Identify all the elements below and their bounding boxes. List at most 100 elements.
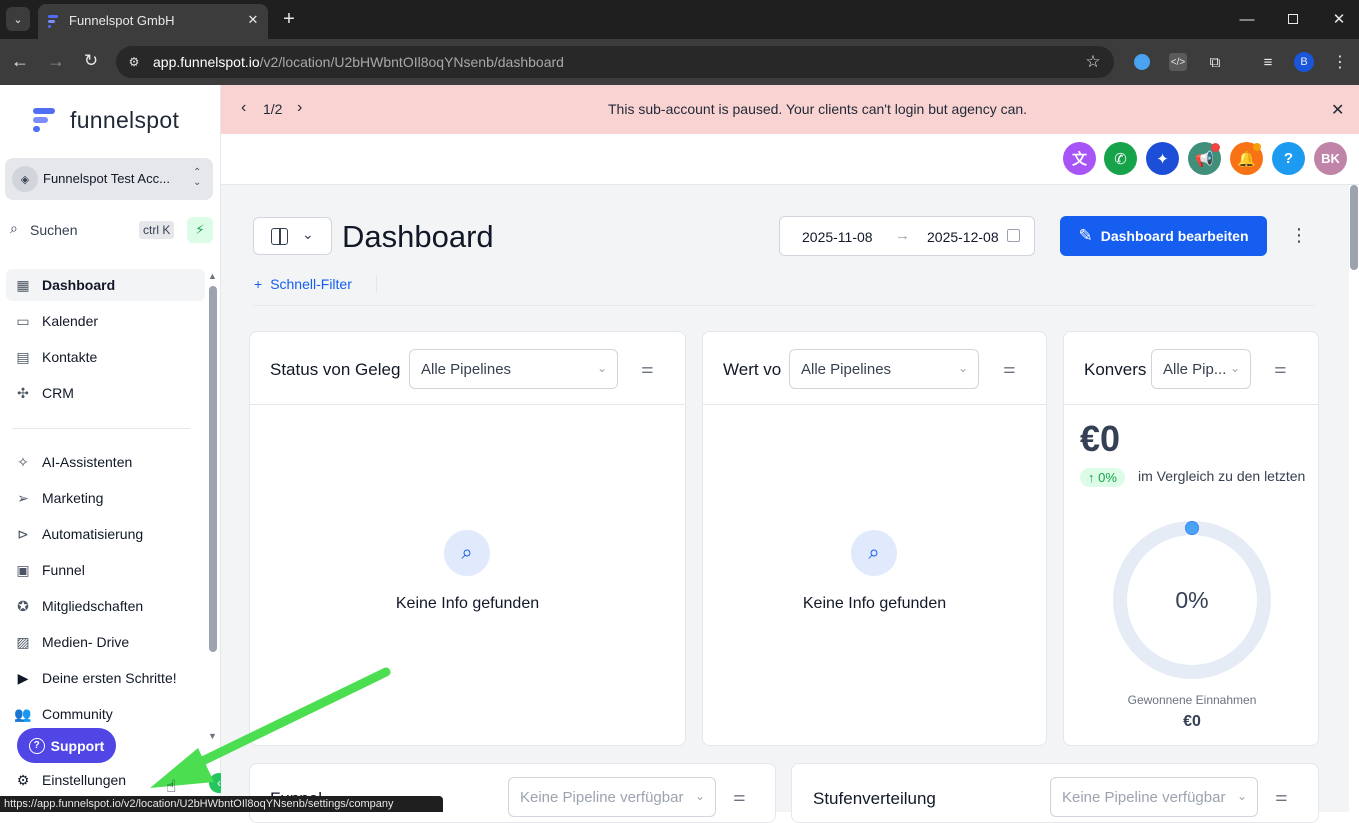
- account-switcher[interactable]: ◈ Funnelspot Test Acc... ⌃ ⌄: [5, 158, 213, 200]
- extension-icon[interactable]: [1134, 54, 1150, 70]
- sidebar-scrollbar-thumb[interactable]: [209, 286, 217, 652]
- card-settings-icon[interactable]: ⚌: [1003, 360, 1016, 377]
- users-icon: 👥: [14, 705, 32, 722]
- sidebar-item-kontakte[interactable]: ▤ Kontakte: [6, 341, 205, 373]
- pipeline-select[interactable]: Keine Pipeline verfügbar ⌄: [508, 777, 716, 817]
- phone-icon[interactable]: ✆: [1104, 142, 1137, 175]
- funnel-page-icon: ▣: [16, 561, 30, 578]
- contacts-icon: ▤: [16, 348, 30, 365]
- comparison-text: im Vergleich zu den letzten: [1138, 468, 1306, 484]
- won-revenue-label: Gewonnene Einnahmen: [1127, 693, 1257, 707]
- empty-search-icon: ⌕: [851, 530, 897, 576]
- layout-toggle-button[interactable]: ⌄: [253, 217, 332, 255]
- select-value: Alle Pip...: [1163, 360, 1227, 378]
- browser-menu-icon[interactable]: ⋮: [1330, 52, 1350, 72]
- select-value: Alle Pipelines: [801, 360, 892, 378]
- address-bar[interactable]: ⚙ app.funnelspot.io/v2/location/U2bHWbnt…: [116, 46, 1114, 78]
- reload-icon[interactable]: ↻: [79, 49, 103, 73]
- sidebar-item-crm[interactable]: ✣ CRM: [6, 377, 205, 409]
- support-button[interactable]: ? Support: [17, 728, 116, 763]
- ai-sparkle-icon[interactable]: ✦: [1146, 142, 1179, 175]
- site-info-icon[interactable]: ⚙: [122, 50, 146, 74]
- close-window-button[interactable]: ✕: [1328, 8, 1350, 30]
- card-settings-icon[interactable]: ⚌: [1274, 360, 1287, 377]
- profile-avatar[interactable]: B: [1294, 52, 1314, 72]
- banner-next-icon[interactable]: ›: [297, 99, 302, 117]
- help-icon[interactable]: ?: [1272, 142, 1305, 175]
- translate-icon[interactable]: 文: [1063, 142, 1096, 175]
- bookmark-star-icon[interactable]: ☆: [1081, 50, 1105, 74]
- media-controls-icon[interactable]: ≡: [1258, 52, 1278, 72]
- devtools-extension-icon[interactable]: </>: [1169, 53, 1187, 71]
- calendar-icon: ▭: [16, 312, 30, 329]
- sidebar-scroll-up-icon[interactable]: ▲: [208, 271, 217, 281]
- sidebar-item-label: Dashboard: [42, 277, 116, 293]
- search-bar[interactable]: ⌕ Suchen ctrl K: [5, 216, 180, 244]
- minimize-button[interactable]: —: [1236, 8, 1258, 30]
- sidebar-item-label: Community: [42, 706, 113, 722]
- sidebar-item-funnel[interactable]: ▣ Funnel: [6, 554, 205, 586]
- sidebar-item-ai-assistenten[interactable]: ✧ AI-Assistenten: [6, 446, 205, 478]
- quick-action-bolt-icon[interactable]: ⚡: [187, 217, 213, 243]
- tab-search-button[interactable]: ⌄: [6, 7, 30, 31]
- sidebar-item-label: Kontakte: [42, 349, 98, 365]
- card-title: Status von Geleg: [270, 360, 401, 379]
- date-range-picker[interactable]: 2025-11-08 → 2025-12-08: [779, 216, 1035, 256]
- stage-distribution-card: Stufenverteilung Keine Pipeline verfügba…: [791, 763, 1319, 823]
- card-header-divider: [250, 404, 685, 405]
- tab-close-icon[interactable]: ✕: [244, 11, 262, 29]
- browser-tab[interactable]: Funnelspot GmbH ✕: [38, 4, 268, 39]
- sidebar-item-automatisierung[interactable]: ⊳ Automatisierung: [6, 518, 205, 550]
- sidebar-divider: [12, 428, 190, 429]
- quick-filter-button[interactable]: + Schnell-Filter: [254, 276, 352, 292]
- favicon-icon: [46, 13, 62, 29]
- card-settings-icon[interactable]: ⚌: [1275, 788, 1288, 805]
- select-value: Alle Pipelines: [421, 360, 512, 378]
- quick-filter-label: Schnell-Filter: [270, 276, 352, 292]
- pipeline-select[interactable]: Alle Pipelines ⌄: [789, 349, 979, 389]
- value-card: Wert vo Alle Pipelines ⌄ ⚌ ⌕ Keine Info g…: [702, 331, 1047, 746]
- pipeline-select[interactable]: Alle Pip... ⌄: [1151, 349, 1251, 389]
- user-avatar[interactable]: BK: [1314, 142, 1347, 175]
- main-scrollbar-thumb[interactable]: [1350, 185, 1358, 270]
- filter-row-underline: [253, 305, 1315, 306]
- sidebar-item-label: CRM: [42, 385, 74, 401]
- chevron-down-icon: ⌄: [1236, 789, 1247, 803]
- card-settings-icon[interactable]: ⚌: [641, 360, 654, 377]
- pipeline-select[interactable]: Keine Pipeline verfügbar ⌄: [1050, 777, 1258, 817]
- chevron-updown-icon: ⌃ ⌄: [193, 167, 202, 188]
- back-icon[interactable]: ←: [8, 49, 32, 73]
- search-label: Suchen: [30, 222, 78, 238]
- edit-dashboard-button[interactable]: ✎ Dashboard bearbeiten: [1060, 216, 1267, 256]
- banner-prev-icon[interactable]: ‹: [241, 99, 246, 117]
- chevron-down-icon: ⌄: [302, 226, 314, 242]
- card-header-divider: [1064, 404, 1318, 405]
- browser-tab-strip: ⌄ Funnelspot GmbH ✕ + — ✕: [0, 0, 1359, 39]
- banner-close-icon[interactable]: ✕: [1331, 100, 1344, 120]
- more-options-icon[interactable]: ⋮: [1290, 225, 1308, 246]
- pipeline-select[interactable]: Alle Pipelines ⌄: [409, 349, 618, 389]
- new-tab-button[interactable]: +: [278, 8, 300, 30]
- sidebar-item-kalender[interactable]: ▭ Kalender: [6, 305, 205, 337]
- card-settings-icon[interactable]: ⚌: [733, 788, 746, 805]
- sidebar-item-label: Einstellungen: [42, 772, 127, 788]
- maximize-button[interactable]: [1288, 14, 1298, 24]
- search-icon: ⌕: [10, 220, 18, 236]
- sidebar-item-medien-drive[interactable]: ▨ Medien- Drive: [6, 626, 205, 658]
- revenue-amount: €0: [1080, 418, 1121, 459]
- sidebar-item-dashboard[interactable]: ▦ Dashboard: [6, 269, 205, 301]
- forward-icon[interactable]: →: [44, 49, 68, 73]
- empty-message: Keine Info gefunden: [802, 595, 947, 612]
- account-icon: ◈: [12, 166, 38, 192]
- sidebar-item-label: Funnel: [42, 562, 85, 578]
- funnelspot-logo-icon: [33, 108, 55, 132]
- sidebar-item-mitgliedschaften[interactable]: ✪ Mitgliedschaften: [6, 590, 205, 622]
- chevron-down-icon: ⌄: [596, 361, 607, 375]
- image-icon: ▨: [16, 633, 30, 650]
- date-from: 2025-11-08: [802, 229, 873, 245]
- banner-pager: 1/2: [263, 101, 283, 117]
- sidebar-item-label: AI-Assistenten: [42, 454, 133, 470]
- extensions-puzzle-icon[interactable]: ⧉: [1205, 52, 1225, 72]
- sidebar-item-label: Marketing: [42, 490, 104, 506]
- sidebar-item-marketing[interactable]: ➢ Marketing: [6, 482, 205, 514]
